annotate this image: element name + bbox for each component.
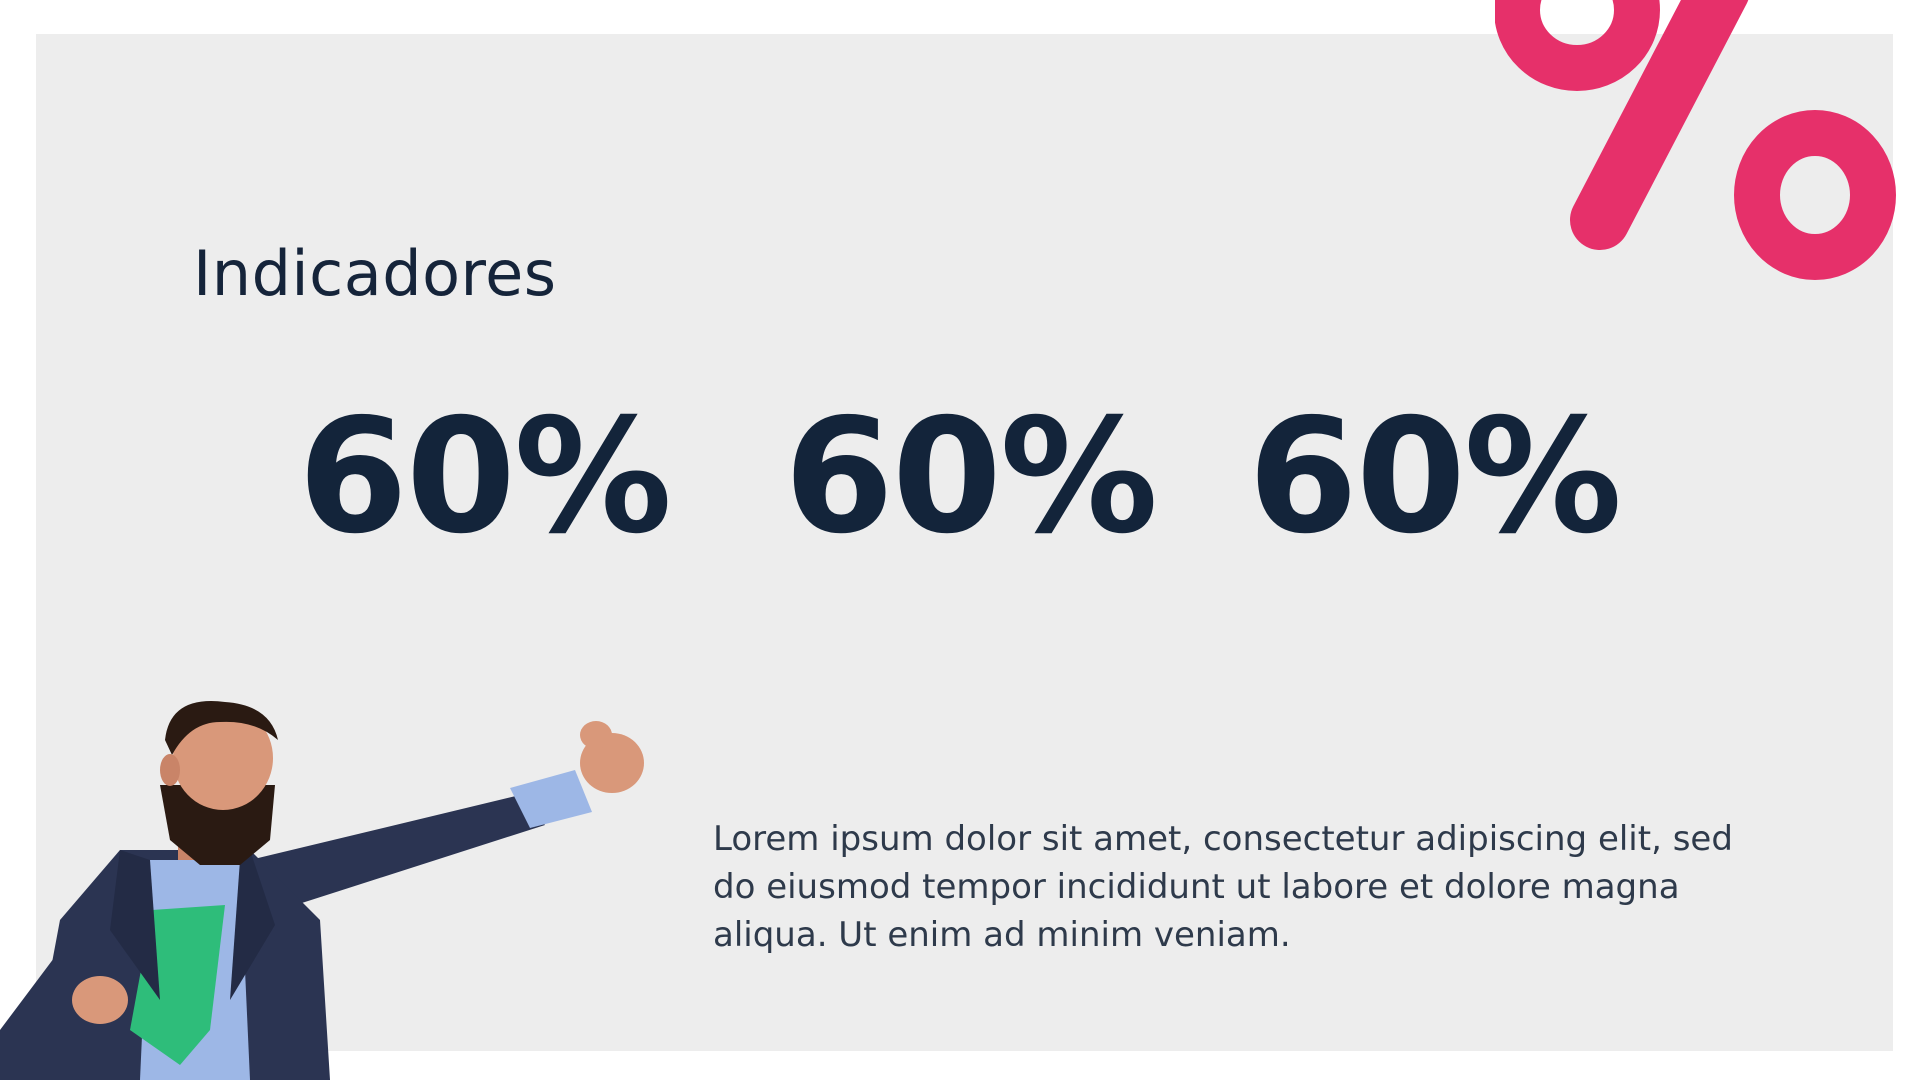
slide: Indicadores 60% 60% 60% Lorem ipsum dolo… bbox=[0, 0, 1920, 1080]
percent-icon bbox=[1495, 0, 1896, 280]
body-paragraph: Lorem ipsum dolor sit amet, consectetur … bbox=[713, 819, 1733, 955]
superhero-businessman-illustration bbox=[0, 701, 644, 1080]
stat-value-1: 60% bbox=[298, 385, 672, 569]
page-title: Indicadores bbox=[193, 237, 557, 310]
stat-value-2: 60% bbox=[784, 385, 1158, 569]
stat-value-3: 60% bbox=[1248, 385, 1622, 569]
